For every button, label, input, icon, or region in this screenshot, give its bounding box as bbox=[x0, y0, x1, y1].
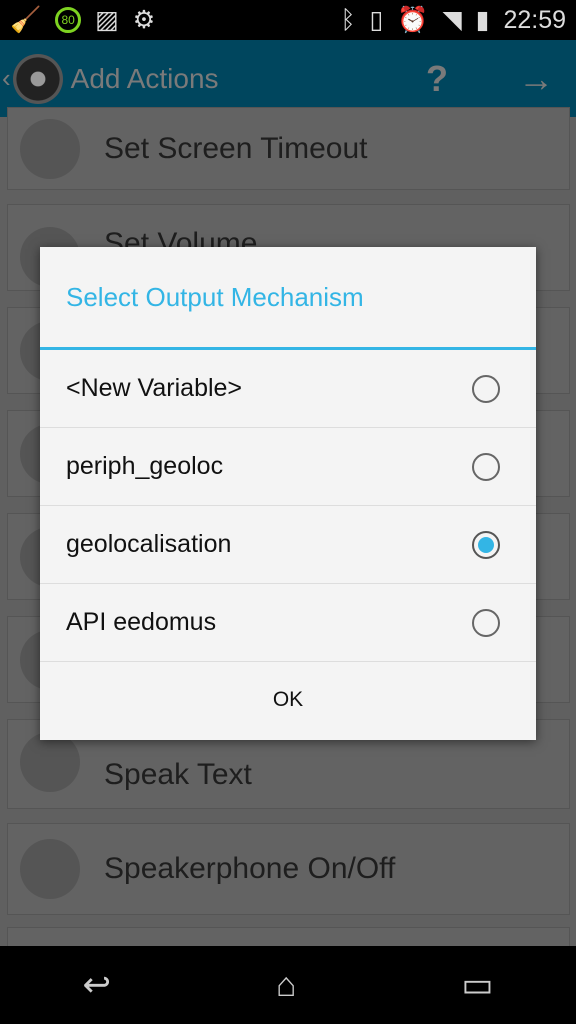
option-geolocalisation[interactable]: geolocalisation bbox=[40, 506, 536, 584]
alarm-icon: ⏰ bbox=[397, 5, 429, 34]
wifi-icon: ◥ bbox=[442, 6, 462, 34]
recents-icon[interactable]: ▭ bbox=[461, 965, 493, 1005]
bluetooth-icon: ᛒ bbox=[340, 5, 356, 34]
megaphone-icon bbox=[20, 839, 80, 899]
dialog-title: Select Output Mechanism bbox=[40, 247, 536, 350]
next-arrow-icon[interactable]: → bbox=[518, 58, 554, 100]
clock: 22:59 bbox=[503, 5, 566, 34]
radio-button-selected[interactable] bbox=[472, 530, 500, 559]
rotate-icon: ▯ bbox=[369, 6, 384, 34]
radio-button[interactable] bbox=[472, 608, 500, 637]
home-icon[interactable]: ⌂ bbox=[276, 966, 297, 1005]
status-bar: 🧹 80 ▨ ⚙ ᛒ ▯ ⏰ ◥ ▮ 22:59 bbox=[0, 0, 576, 40]
radio-button[interactable] bbox=[472, 374, 500, 403]
battery-charging-icon: ▮ bbox=[475, 6, 490, 34]
option-periph-geoloc[interactable]: periph_geoloc bbox=[40, 428, 536, 506]
battery-ring-icon: 80 bbox=[55, 7, 82, 33]
back-icon[interactable]: ↩ bbox=[82, 965, 111, 1005]
action-bar: ‹ Add Actions ? → bbox=[0, 40, 576, 117]
page-title: Add Actions bbox=[70, 62, 219, 94]
select-output-dialog: Select Output Mechanism <New Variable> p… bbox=[40, 247, 536, 740]
ok-button[interactable]: OK bbox=[40, 662, 536, 738]
image-icon: ▨ bbox=[95, 6, 119, 34]
option-new-variable[interactable]: <New Variable> bbox=[40, 350, 536, 428]
help-button[interactable]: ? bbox=[426, 58, 448, 100]
cleaner-icon: 🧹 bbox=[10, 5, 42, 34]
option-api-eedomus[interactable]: API eedomus bbox=[40, 584, 536, 662]
radio-button[interactable] bbox=[472, 452, 500, 481]
speaking-head-icon bbox=[20, 732, 80, 792]
gear-icon: ⚙ bbox=[132, 6, 156, 34]
back-caret-icon[interactable]: ‹ bbox=[0, 63, 11, 94]
lightbulb-timer-icon bbox=[20, 118, 80, 179]
app-logo[interactable] bbox=[12, 53, 63, 104]
navigation-bar: ↩ ⌂ ▭ bbox=[0, 946, 576, 1024]
list-item[interactable]: Set Screen Timeout bbox=[7, 107, 570, 190]
list-item[interactable]: Speakerphone On/Off bbox=[7, 823, 570, 915]
